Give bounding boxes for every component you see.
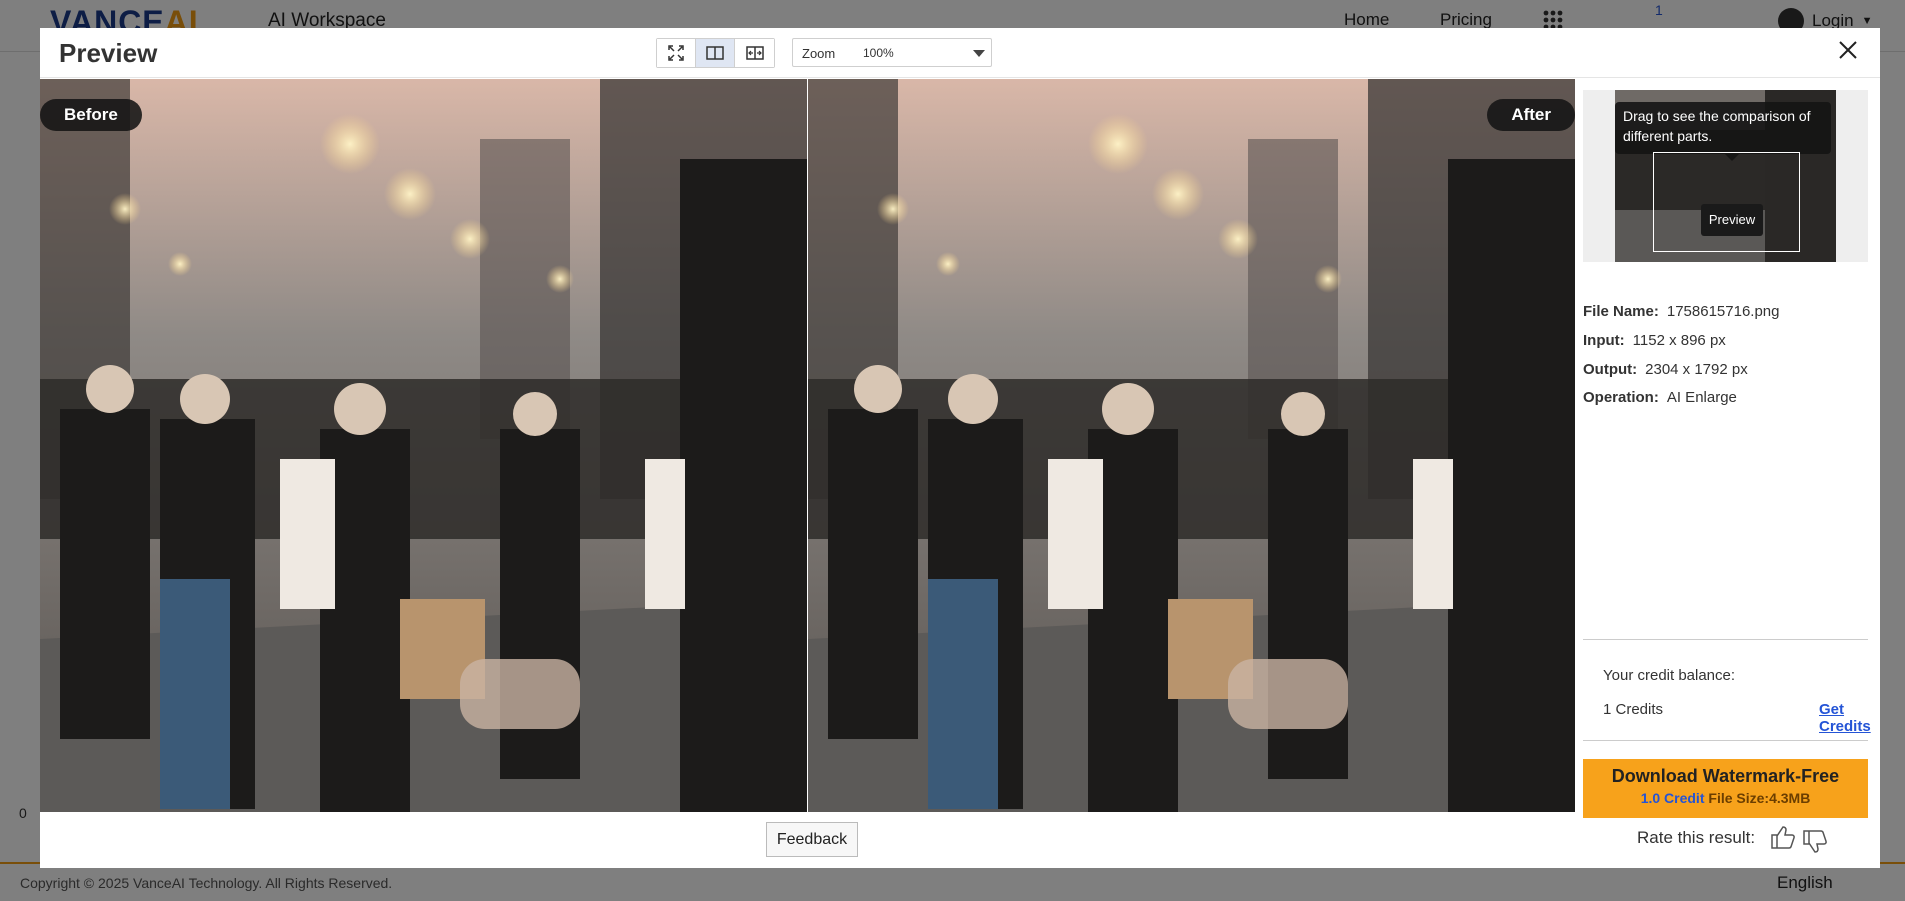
meta-key: Operation: (1583, 389, 1659, 406)
meta-value: 2304 x 1792 px (1645, 361, 1748, 378)
side-by-side-view-button[interactable] (696, 39, 735, 67)
meta-key: File Name: (1583, 303, 1659, 320)
download-file-size: File Size:4.3MB (1708, 790, 1811, 806)
preview-modal: Preview Zoom 100% Before After Drag to s… (40, 28, 1880, 868)
expand-icon (668, 45, 684, 61)
chevron-down-icon (973, 50, 985, 57)
street-photo-before (40, 79, 807, 812)
divider (1583, 740, 1868, 741)
thumbs-down-icon[interactable] (1800, 828, 1828, 856)
download-details: 1.0 Credit File Size:4.3MB (1583, 790, 1868, 806)
viewport-rectangle[interactable] (1653, 152, 1800, 252)
before-image: Before (40, 79, 807, 812)
meta-file-name: File Name: 1758615716.png (1583, 303, 1779, 320)
meta-value: 1758615716.png (1666, 303, 1780, 320)
zoom-label: Zoom (802, 46, 836, 61)
meta-output: Output: 2304 x 1792 px (1583, 361, 1748, 378)
slider-compare-icon (745, 46, 764, 60)
view-mode-group (656, 38, 775, 68)
meta-key: Input: (1583, 332, 1625, 349)
fullscreen-view-button[interactable] (657, 39, 696, 67)
get-credits-link[interactable]: Get Credits (1819, 701, 1875, 735)
thumbs-up-icon[interactable] (1768, 823, 1796, 851)
credit-balance-value: 1 Credits (1603, 701, 1664, 718)
rate-result-label: Rate this result: (1637, 828, 1756, 847)
thumbnail-preview-label: Preview (1701, 204, 1763, 236)
navigator-thumbnail[interactable]: Drag to see the comparison of different … (1583, 90, 1868, 262)
details-panel: Drag to see the comparison of different … (1583, 79, 1875, 818)
modal-title: Preview (59, 38, 158, 68)
credit-balance-label: Your credit balance: (1603, 667, 1736, 684)
meta-value: AI Enlarge (1666, 389, 1737, 406)
close-icon[interactable] (1836, 38, 1860, 62)
modal-header: Preview Zoom 100% (40, 28, 1880, 78)
feedback-button[interactable]: Feedback (766, 822, 858, 857)
download-watermark-free-button[interactable]: Download Watermark-Free 1.0 Credit File … (1583, 759, 1868, 818)
meta-operation: Operation: AI Enlarge (1583, 389, 1737, 406)
drag-tooltip: Drag to see the comparison of different … (1615, 102, 1831, 161)
divider (1583, 639, 1868, 640)
zoom-select[interactable]: Zoom 100% (792, 38, 992, 67)
image-comparison[interactable]: Before After (40, 79, 1575, 812)
slider-compare-view-button[interactable] (735, 39, 774, 67)
download-label: Download Watermark-Free (1611, 766, 1840, 786)
download-credit-cost: 1.0 Credit (1640, 790, 1705, 806)
after-label: After (1487, 99, 1575, 131)
meta-value: 1152 x 896 px (1632, 332, 1726, 349)
split-view-icon (706, 46, 724, 60)
street-photo-after (808, 79, 1575, 812)
after-image: After (808, 79, 1575, 812)
zoom-value: 100% (863, 46, 894, 60)
meta-key: Output: (1583, 361, 1638, 378)
before-label: Before (40, 99, 142, 131)
meta-input: Input: 1152 x 896 px (1583, 332, 1726, 349)
